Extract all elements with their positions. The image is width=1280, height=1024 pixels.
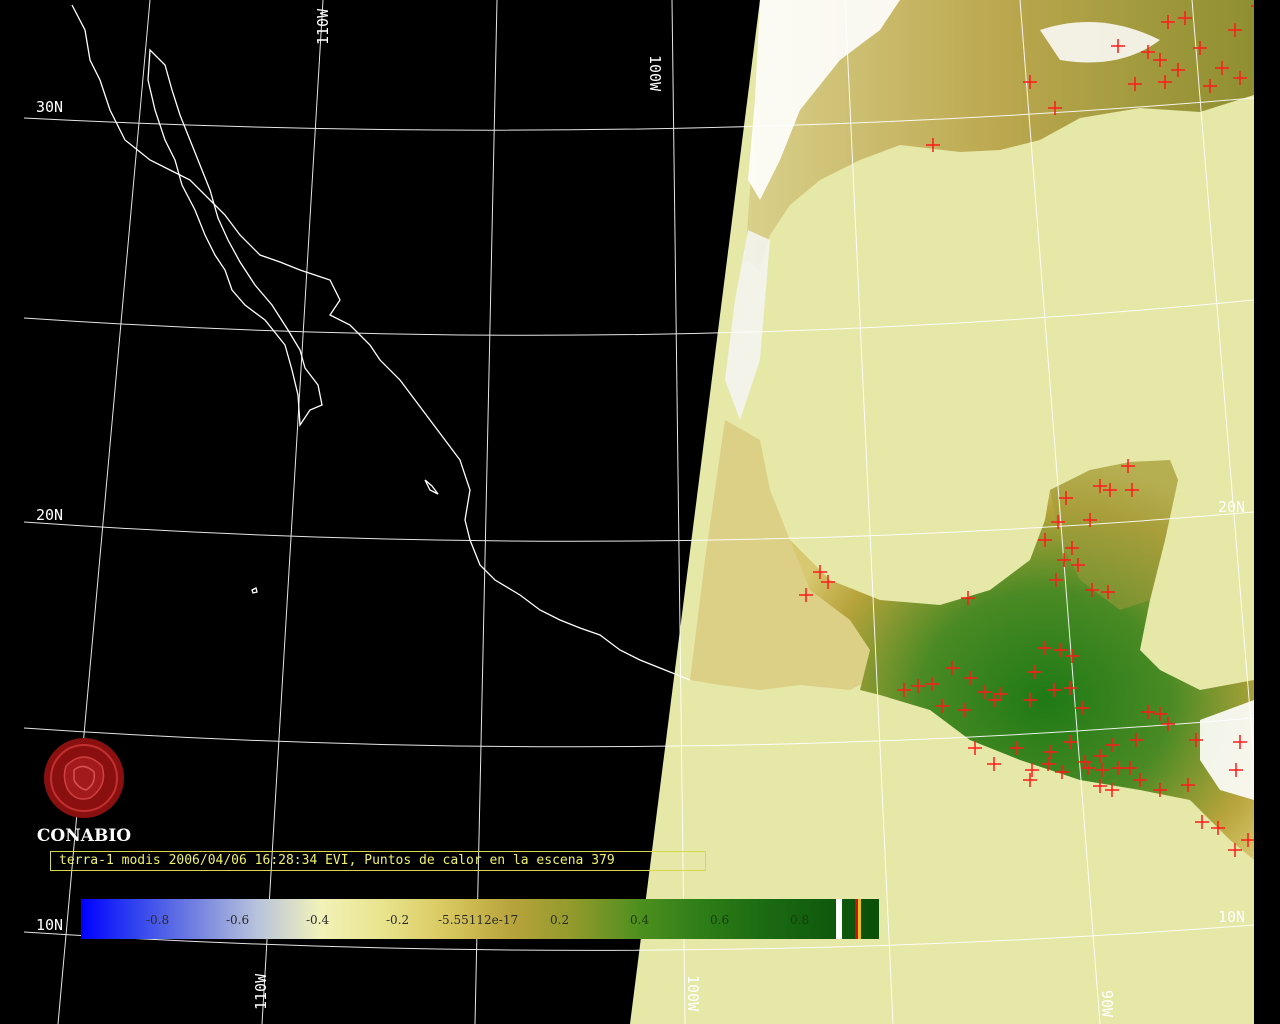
image-caption: terra-1 modis 2006/04/06 16:28:34 EVI, P…	[50, 851, 706, 871]
colorbar-label: 0.8	[790, 913, 810, 927]
conabio-logo-icon	[44, 738, 124, 818]
label-100w-top: 100W	[646, 55, 664, 92]
island-2	[251, 587, 258, 594]
label-10n-left: 10N	[36, 916, 63, 934]
island-1	[424, 479, 439, 495]
right-edge-strip	[1254, 0, 1280, 1024]
colorbar-white-stripe	[836, 899, 842, 939]
label-10n-right: 10N	[1218, 908, 1245, 926]
mainland-pacific-coast	[71, 4, 691, 681]
conabio-logo: CONABIO	[34, 736, 134, 846]
colorbar-label: -5.55112e-17	[438, 913, 519, 927]
label-100w-bottom: 100W	[684, 975, 702, 1012]
label-20n-right: 20N	[1218, 498, 1245, 516]
baja-california	[147, 48, 323, 427]
colorbar-label: -0.4	[306, 913, 330, 927]
conabio-logo-text: CONABIO	[36, 826, 132, 846]
colorbar-label: -0.2	[386, 913, 410, 927]
label-20n-left: 20N	[36, 506, 63, 524]
label-110w-top: 110W	[314, 8, 332, 45]
colorbar-yellow-stripe	[858, 899, 861, 939]
label-90w-bottom: 90W	[1098, 990, 1116, 1018]
colorbar-label: 0.2	[550, 913, 570, 927]
coastlines	[71, 4, 691, 681]
label-110w-bottom: 110W	[252, 973, 270, 1010]
colorbar-label: -0.8	[146, 913, 170, 927]
colorbar-label: 0.4	[630, 913, 650, 927]
colorbar-label: -0.6	[226, 913, 250, 927]
colorbar-label: 0.6	[710, 913, 730, 927]
label-30n: 30N	[36, 98, 63, 116]
